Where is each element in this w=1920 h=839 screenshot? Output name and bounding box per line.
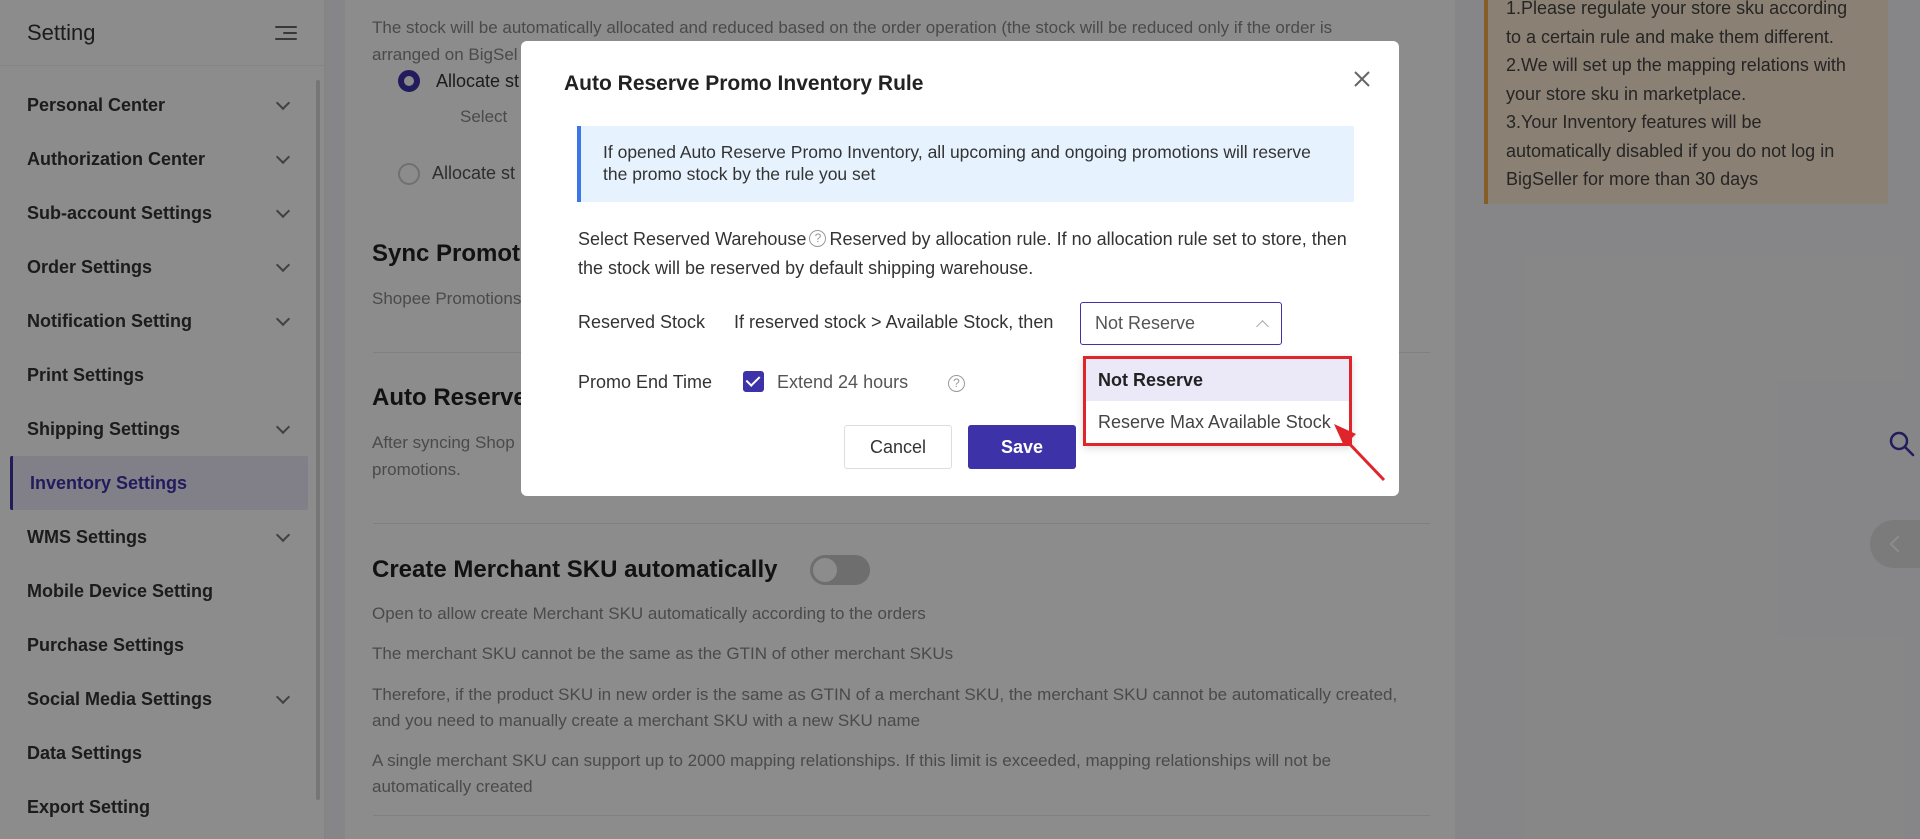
option-reserve-max-available-stock[interactable]: Reserve Max Available Stock bbox=[1086, 401, 1349, 443]
extend-24-hours-checkbox[interactable] bbox=[743, 371, 764, 392]
save-button[interactable]: Save bbox=[968, 425, 1076, 469]
reserve-rule-select[interactable]: Not Reserve bbox=[1080, 302, 1282, 345]
reserved-stock-label: Reserved Stock bbox=[578, 312, 706, 332]
promo-end-time-label: Promo End Time bbox=[578, 372, 713, 392]
annotation-arrow-icon bbox=[1334, 424, 1386, 482]
extend-24-hours-label: Extend 24 hours bbox=[777, 372, 909, 392]
option-not-reserve[interactable]: Not Reserve bbox=[1086, 359, 1349, 401]
help-icon[interactable]: ? bbox=[809, 230, 827, 248]
modal-title: Auto Reserve Promo Inventory Rule bbox=[564, 72, 924, 95]
reserved-warehouse-label: Select Reserved Warehouse bbox=[578, 229, 807, 249]
reserved-stock-condition: If reserved stock > Available Stock, the… bbox=[734, 312, 1054, 332]
reserve-rule-dropdown: Not Reserve Reserve Max Available Stock bbox=[1083, 356, 1352, 446]
info-banner: If opened Auto Reserve Promo Inventory, … bbox=[577, 126, 1354, 202]
chevron-up-icon bbox=[1256, 320, 1269, 333]
select-value: Not Reserve bbox=[1095, 313, 1196, 333]
cancel-button[interactable]: Cancel bbox=[844, 425, 952, 469]
close-icon[interactable] bbox=[1350, 67, 1374, 91]
help-icon[interactable]: ? bbox=[948, 375, 965, 392]
reserved-warehouse-row: Select Reserved Warehouse? Reserved by al… bbox=[578, 225, 1368, 283]
